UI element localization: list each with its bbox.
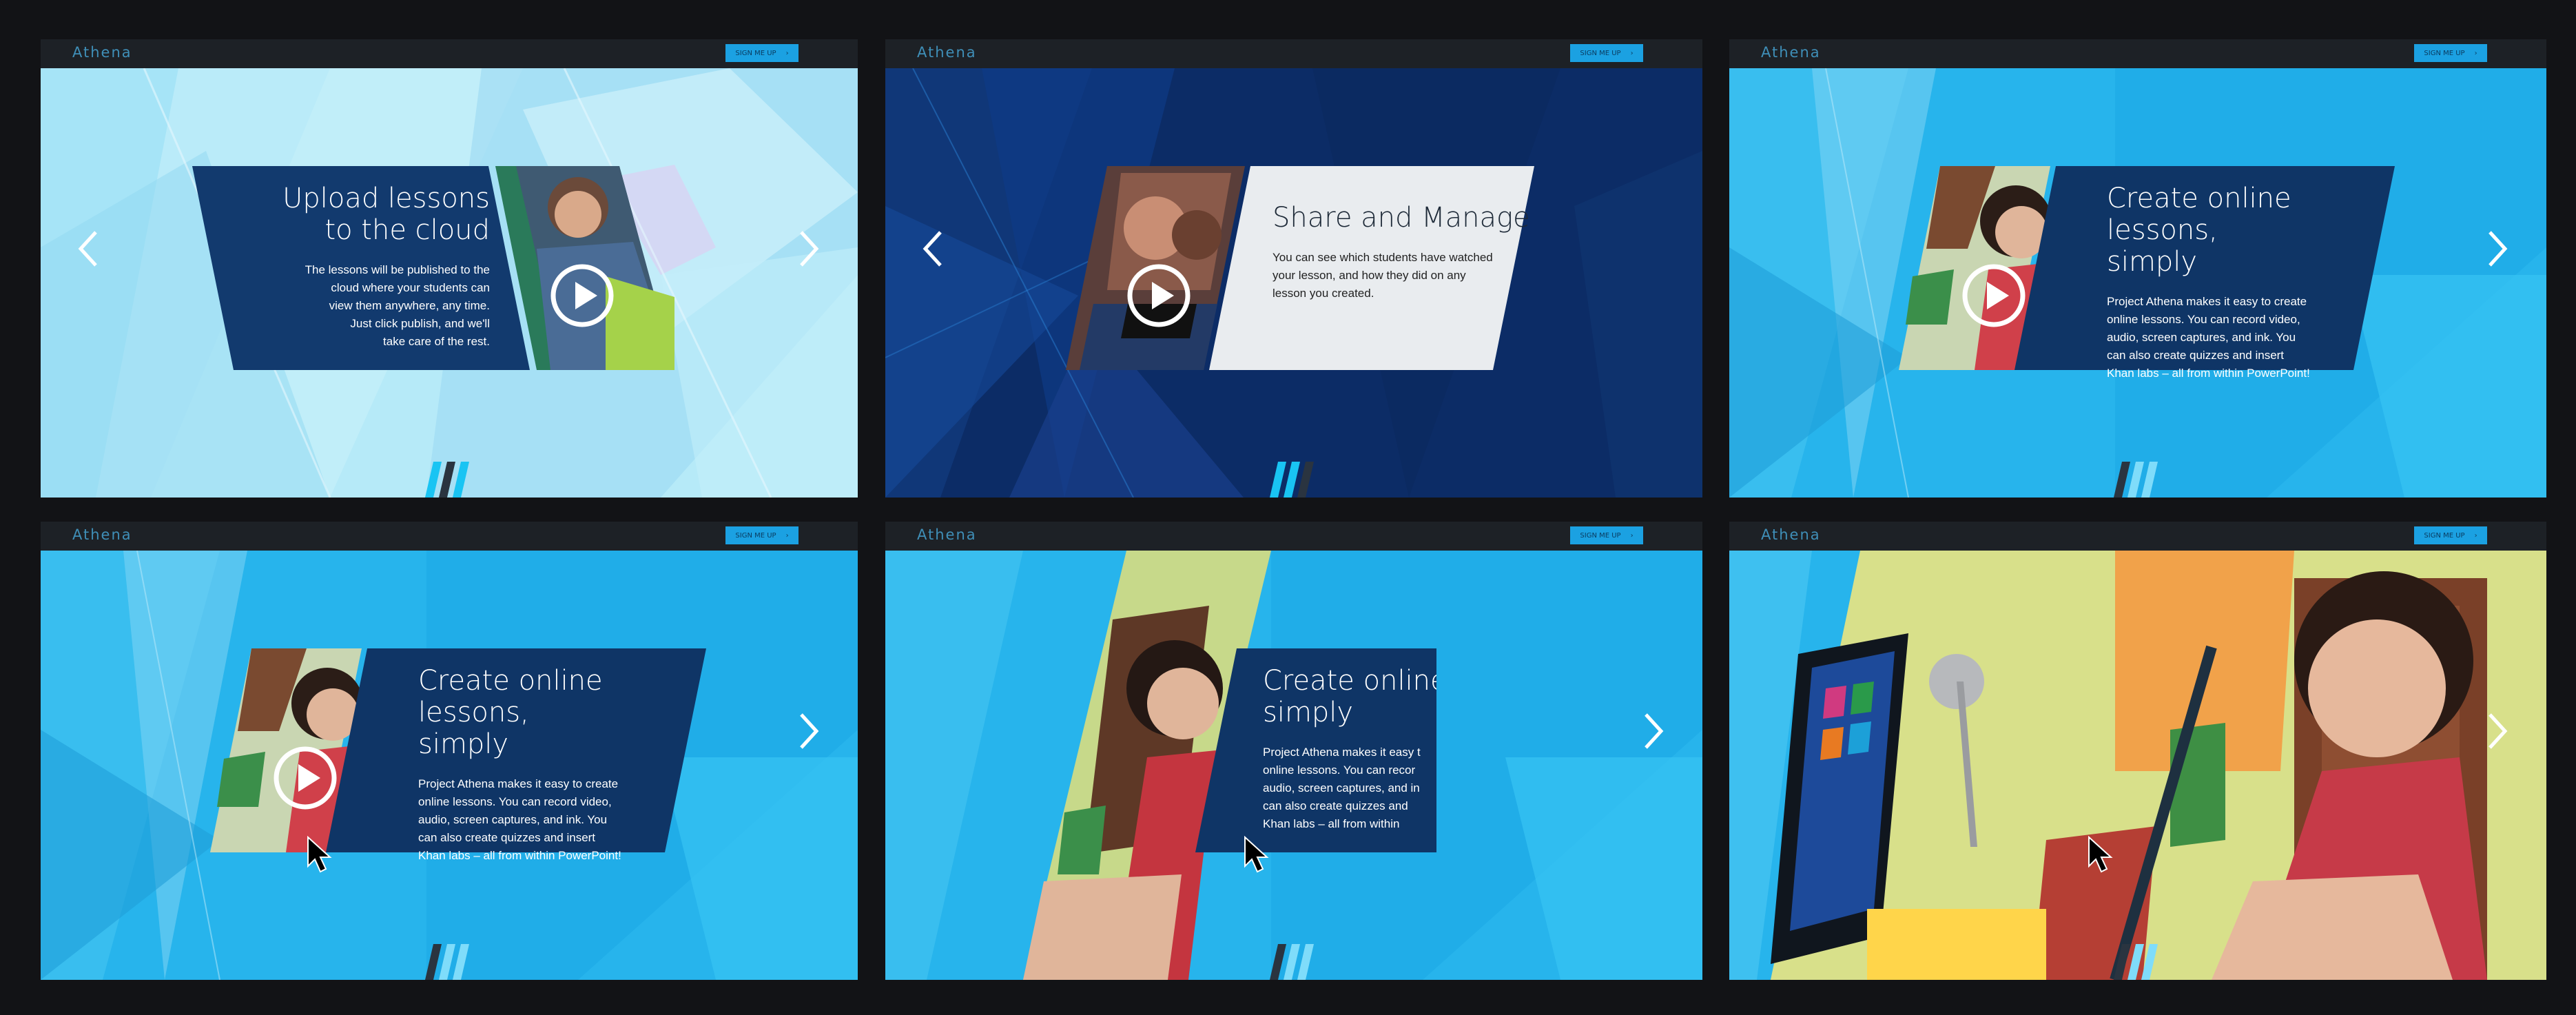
brand-logo: Athena xyxy=(917,44,977,61)
slide-stage: Create online lessons, simply Project At… xyxy=(1729,68,2546,498)
slide-progress-indicator xyxy=(1270,462,1314,498)
slide-panel-upload: Athena SIGN ME UP › Upload lessons to th… xyxy=(41,39,858,498)
mouse-cursor-icon xyxy=(1244,836,1269,873)
slide-text-block: Share and Manage You can see which stude… xyxy=(1272,202,1534,303)
slide-title: Share and Manage xyxy=(1272,202,1530,234)
mouse-cursor-icon xyxy=(2088,836,2113,873)
slide-title: Upload lessons to the cloud xyxy=(282,183,490,246)
next-arrow-icon[interactable] xyxy=(1634,710,1675,752)
brand-logo: Athena xyxy=(72,526,132,543)
sign-up-label: SIGN ME UP xyxy=(1580,49,1621,57)
slide-text-block: Create online lessons, simply Project At… xyxy=(418,665,708,865)
slide-stage: Create online le simply Project Athena m… xyxy=(885,551,1702,980)
slide-body: Project Athena makes it easy to create o… xyxy=(2107,295,2310,380)
chevron-right-icon: › xyxy=(785,531,789,540)
card-clip: Create online le simply Project Athena m… xyxy=(1195,648,1436,852)
slide-body: Project Athena makes it easy to create o… xyxy=(418,777,621,862)
sign-up-label: SIGN ME UP xyxy=(2424,49,2465,57)
chevron-right-icon: › xyxy=(1630,49,1634,57)
slide-stage: Create online lessons, simply Project At… xyxy=(41,551,858,980)
slide-body: You can see which students have watched … xyxy=(1272,251,1493,300)
brand-logo: Athena xyxy=(1761,44,1821,61)
slide-text-block: Create online le simply Project Athena m… xyxy=(1263,665,1436,833)
play-icon[interactable] xyxy=(1126,263,1192,329)
slide-text-block: Upload lessons to the cloud The lessons … xyxy=(247,183,490,351)
sign-up-button[interactable]: SIGN ME UP › xyxy=(2414,44,2487,62)
slide-title: Create online lessons, simply xyxy=(418,665,603,760)
slide-body: Project Athena makes it easy t online le… xyxy=(1263,746,1421,830)
slide-progress-indicator xyxy=(425,462,469,498)
slide-progress-indicator xyxy=(425,944,469,980)
mouse-cursor-icon xyxy=(307,836,332,873)
slide-panel-create: Athena SIGN ME UP › Create online lesson… xyxy=(1729,39,2546,498)
slide-title: Create online le simply xyxy=(1263,665,1436,728)
next-arrow-icon[interactable] xyxy=(2477,710,2519,752)
slide-stage: Upload lessons to the cloud The lessons … xyxy=(41,68,858,498)
slide-stage xyxy=(1729,551,2546,980)
slide-panel-share: Athena SIGN ME UP › Share and Manage You… xyxy=(885,39,1702,498)
slide-text-block: Create online lessons, simply Project At… xyxy=(2107,183,2396,382)
sign-up-label: SIGN ME UP xyxy=(2424,531,2465,540)
next-arrow-icon[interactable] xyxy=(2477,228,2519,269)
top-bar: Athena SIGN ME UP › xyxy=(41,522,858,551)
brand-logo: Athena xyxy=(917,526,977,543)
slide-progress-indicator xyxy=(2114,462,2158,498)
sign-up-label: SIGN ME UP xyxy=(1580,531,1621,540)
previous-arrow-icon[interactable] xyxy=(911,228,953,269)
sign-up-button[interactable]: SIGN ME UP › xyxy=(1570,44,1643,62)
top-bar: Athena SIGN ME UP › xyxy=(41,39,858,68)
chevron-right-icon: › xyxy=(2474,531,2477,540)
chevron-right-icon: › xyxy=(1630,531,1634,540)
slide-progress-indicator xyxy=(1270,944,1314,980)
top-bar: Athena SIGN ME UP › xyxy=(1729,39,2546,68)
photo-background xyxy=(1729,551,2546,980)
sign-up-button[interactable]: SIGN ME UP › xyxy=(2414,526,2487,544)
slide-body: The lessons will be published to the clo… xyxy=(305,263,490,348)
slide-panel-create-hover: Athena SIGN ME UP › Create online lesson… xyxy=(41,522,858,980)
chevron-right-icon: › xyxy=(785,49,789,57)
sign-up-button[interactable]: SIGN ME UP › xyxy=(725,526,798,544)
brand-logo: Athena xyxy=(1761,526,1821,543)
play-icon[interactable] xyxy=(549,263,615,329)
brand-logo: Athena xyxy=(72,44,132,61)
next-arrow-icon[interactable] xyxy=(789,710,830,752)
slide-stage: Share and Manage You can see which stude… xyxy=(885,68,1702,498)
slide-panel-transition: Athena SIGN ME UP › Create onlin simply … xyxy=(885,522,1702,980)
sign-up-label: SIGN ME UP xyxy=(735,49,776,57)
slide-panel-photo: Athena SIGN ME UP › xyxy=(1729,522,2546,980)
next-arrow-icon[interactable] xyxy=(789,228,830,269)
play-icon[interactable] xyxy=(272,745,338,811)
slide-progress-indicator xyxy=(2114,944,2158,980)
play-icon[interactable] xyxy=(1961,263,2027,329)
top-bar: Athena SIGN ME UP › xyxy=(1729,522,2546,551)
previous-arrow-icon[interactable] xyxy=(67,228,108,269)
top-bar: Athena SIGN ME UP › xyxy=(885,522,1702,551)
top-bar: Athena SIGN ME UP › xyxy=(885,39,1702,68)
sign-up-button[interactable]: SIGN ME UP › xyxy=(1570,526,1643,544)
slide-title: Create online lessons, simply xyxy=(2107,183,2291,278)
sign-up-button[interactable]: SIGN ME UP › xyxy=(725,44,798,62)
sign-up-label: SIGN ME UP xyxy=(735,531,776,540)
chevron-right-icon: › xyxy=(2474,49,2477,57)
